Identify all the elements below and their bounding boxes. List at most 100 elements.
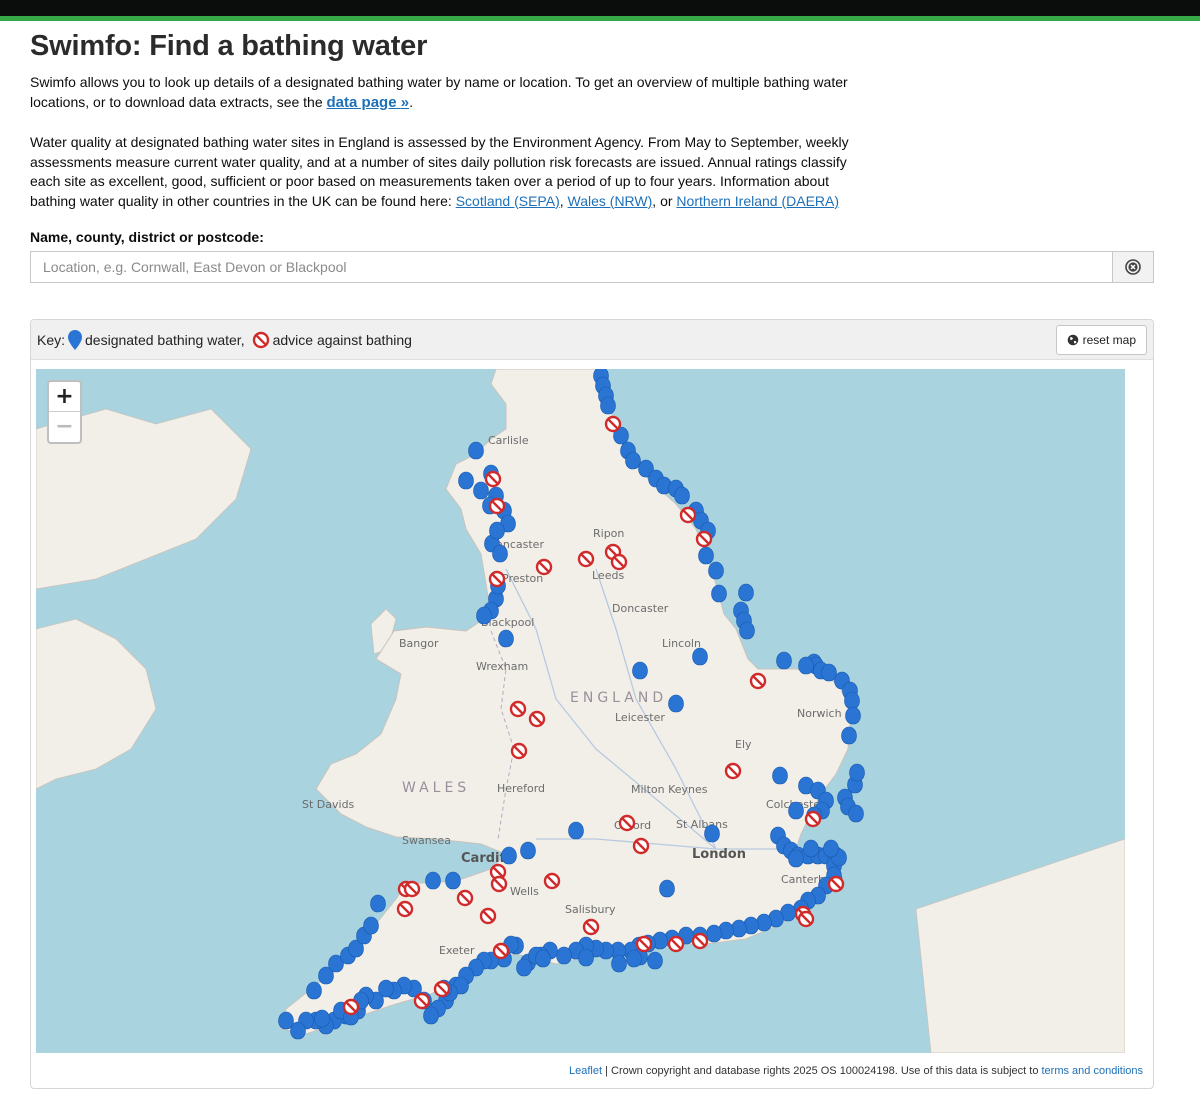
bathing-water-pin-icon[interactable]	[473, 481, 489, 500]
advice-against-bathing-icon[interactable]	[433, 980, 451, 998]
bathing-water-pin-icon[interactable]	[739, 621, 755, 640]
bathing-water-pin-icon[interactable]	[711, 584, 727, 603]
bathing-water-pin-icon[interactable]	[306, 981, 322, 1000]
bathing-water-pin-icon[interactable]	[788, 801, 804, 820]
bathing-water-pin-icon[interactable]	[425, 871, 441, 890]
bathing-water-pin-icon[interactable]	[845, 706, 861, 725]
bathing-water-pin-icon[interactable]	[776, 651, 792, 670]
advice-against-bathing-icon[interactable]	[691, 932, 709, 950]
advice-against-bathing-icon[interactable]	[632, 837, 650, 855]
bathing-water-pin-icon[interactable]	[501, 846, 517, 865]
advice-against-bathing-icon[interactable]	[797, 910, 815, 928]
advice-against-bathing-icon[interactable]	[510, 742, 528, 760]
advice-against-bathing-icon[interactable]	[456, 889, 474, 907]
advice-against-bathing-icon[interactable]	[582, 918, 600, 936]
bathing-water-pin-icon[interactable]	[647, 951, 663, 970]
advice-against-bathing-icon[interactable]	[679, 506, 697, 524]
scotland-link[interactable]: Scotland (SEPA)	[456, 193, 560, 209]
bathing-water-pin-icon[interactable]	[578, 948, 594, 967]
label-st-albans: St Albans	[676, 818, 728, 831]
bathing-water-pin-icon[interactable]	[772, 766, 788, 785]
leaflet-link[interactable]: Leaflet	[569, 1065, 602, 1077]
bathing-water-pin-icon[interactable]	[668, 694, 684, 713]
advice-against-bathing-icon[interactable]	[396, 900, 414, 918]
advice-against-bathing-icon[interactable]	[577, 550, 595, 568]
clear-search-button[interactable]	[1112, 252, 1153, 282]
bathing-water-pin-icon[interactable]	[498, 629, 514, 648]
bathing-water-pin-icon[interactable]	[756, 913, 772, 932]
advice-against-bathing-icon[interactable]	[610, 553, 628, 571]
advice-against-bathing-icon[interactable]	[667, 935, 685, 953]
map-area[interactable]: Carlisle Lancaster Preston Blackpool Rip…	[36, 369, 1125, 1053]
bathing-water-pin-icon[interactable]	[704, 824, 720, 843]
bathing-water-pin-icon[interactable]	[698, 546, 714, 565]
bathing-water-pin-icon[interactable]	[363, 916, 379, 935]
bathing-water-pin-icon[interactable]	[848, 804, 864, 823]
advice-against-bathing-icon[interactable]	[342, 998, 360, 1016]
advice-against-bathing-icon[interactable]	[528, 710, 546, 728]
bathing-water-pin-icon[interactable]	[489, 521, 505, 540]
bathing-water-pin-icon[interactable]	[849, 763, 865, 782]
wales-link[interactable]: Wales (NRW)	[568, 193, 653, 209]
bathing-water-pin-icon[interactable]	[823, 839, 839, 858]
bathing-water-pin-icon[interactable]	[803, 839, 819, 858]
advice-against-bathing-icon[interactable]	[804, 810, 822, 828]
search-input[interactable]	[31, 252, 1112, 282]
advice-against-bathing-icon[interactable]	[618, 814, 636, 832]
advice-against-bathing-icon[interactable]	[413, 992, 431, 1010]
bathing-water-pin-icon[interactable]	[611, 954, 627, 973]
bathing-water-pin-icon[interactable]	[600, 396, 616, 415]
advice-against-bathing-icon[interactable]	[509, 700, 527, 718]
advice-against-bathing-icon[interactable]	[604, 415, 622, 433]
bathing-water-pin-icon[interactable]	[674, 486, 690, 505]
bathing-water-pin-icon[interactable]	[492, 544, 508, 563]
bathing-water-pin-icon[interactable]	[841, 726, 857, 745]
advice-against-bathing-icon[interactable]	[535, 558, 553, 576]
bathing-water-pin-icon[interactable]	[632, 661, 648, 680]
bathing-water-pin-icon[interactable]	[844, 691, 860, 710]
bathing-water-pin-icon[interactable]	[445, 871, 461, 890]
bathing-water-pin-icon[interactable]	[423, 1006, 439, 1025]
advice-against-bathing-icon[interactable]	[543, 872, 561, 890]
advice-against-bathing-icon[interactable]	[488, 497, 506, 515]
advice-against-bathing-icon[interactable]	[635, 935, 653, 953]
bathing-water-pin-icon[interactable]	[476, 606, 492, 625]
zoom-in-button[interactable]: +	[49, 382, 80, 411]
bathing-water-pin-icon[interactable]	[821, 663, 837, 682]
bathing-water-pin-icon[interactable]	[314, 1009, 330, 1028]
bathing-water-pin-icon[interactable]	[370, 894, 386, 913]
bathing-water-pin-icon[interactable]	[692, 647, 708, 666]
bathing-water-pin-icon[interactable]	[535, 949, 551, 968]
bathing-water-pin-icon[interactable]	[568, 821, 584, 840]
advice-against-bathing-icon[interactable]	[724, 762, 742, 780]
advice-against-bathing-icon[interactable]	[484, 470, 502, 488]
advice-against-bathing-icon[interactable]	[403, 880, 421, 898]
bathing-water-pin-icon[interactable]	[520, 841, 536, 860]
bathing-water-pin-icon[interactable]	[708, 561, 724, 580]
advice-against-bathing-icon[interactable]	[827, 875, 845, 893]
bathing-water-pin-icon[interactable]	[458, 471, 474, 490]
bathing-water-pin-icon[interactable]	[278, 1011, 294, 1030]
bathing-water-pin-icon[interactable]	[788, 849, 804, 868]
terms-link[interactable]: terms and conditions	[1042, 1065, 1144, 1077]
advice-against-bathing-icon[interactable]	[490, 875, 508, 893]
bathing-water-pin-icon[interactable]	[556, 946, 572, 965]
advice-against-bathing-icon[interactable]	[488, 570, 506, 588]
bathing-water-pin-icon[interactable]	[626, 949, 642, 968]
bathing-water-pin-icon[interactable]	[738, 583, 754, 602]
bathing-water-pin-icon[interactable]	[706, 924, 722, 943]
bathing-water-pin-icon[interactable]	[798, 656, 814, 675]
bathing-water-pin-icon[interactable]	[516, 958, 532, 977]
advice-against-bathing-icon[interactable]	[695, 530, 713, 548]
advice-against-bathing-icon[interactable]	[479, 907, 497, 925]
advice-against-bathing-icon[interactable]	[749, 672, 767, 690]
bathing-water-pin-icon[interactable]	[468, 441, 484, 460]
advice-against-bathing-icon[interactable]	[492, 942, 510, 960]
reset-map-button[interactable]: reset map	[1055, 325, 1147, 355]
bathing-water-pin-icon[interactable]	[625, 451, 641, 470]
bathing-water-pin-icon[interactable]	[731, 919, 747, 938]
zoom-out-button[interactable]: −	[49, 411, 80, 441]
bathing-water-pin-icon[interactable]	[659, 879, 675, 898]
data-page-link[interactable]: data page »	[327, 94, 410, 111]
northern-ireland-link[interactable]: Northern Ireland (DAERA)	[676, 193, 839, 209]
